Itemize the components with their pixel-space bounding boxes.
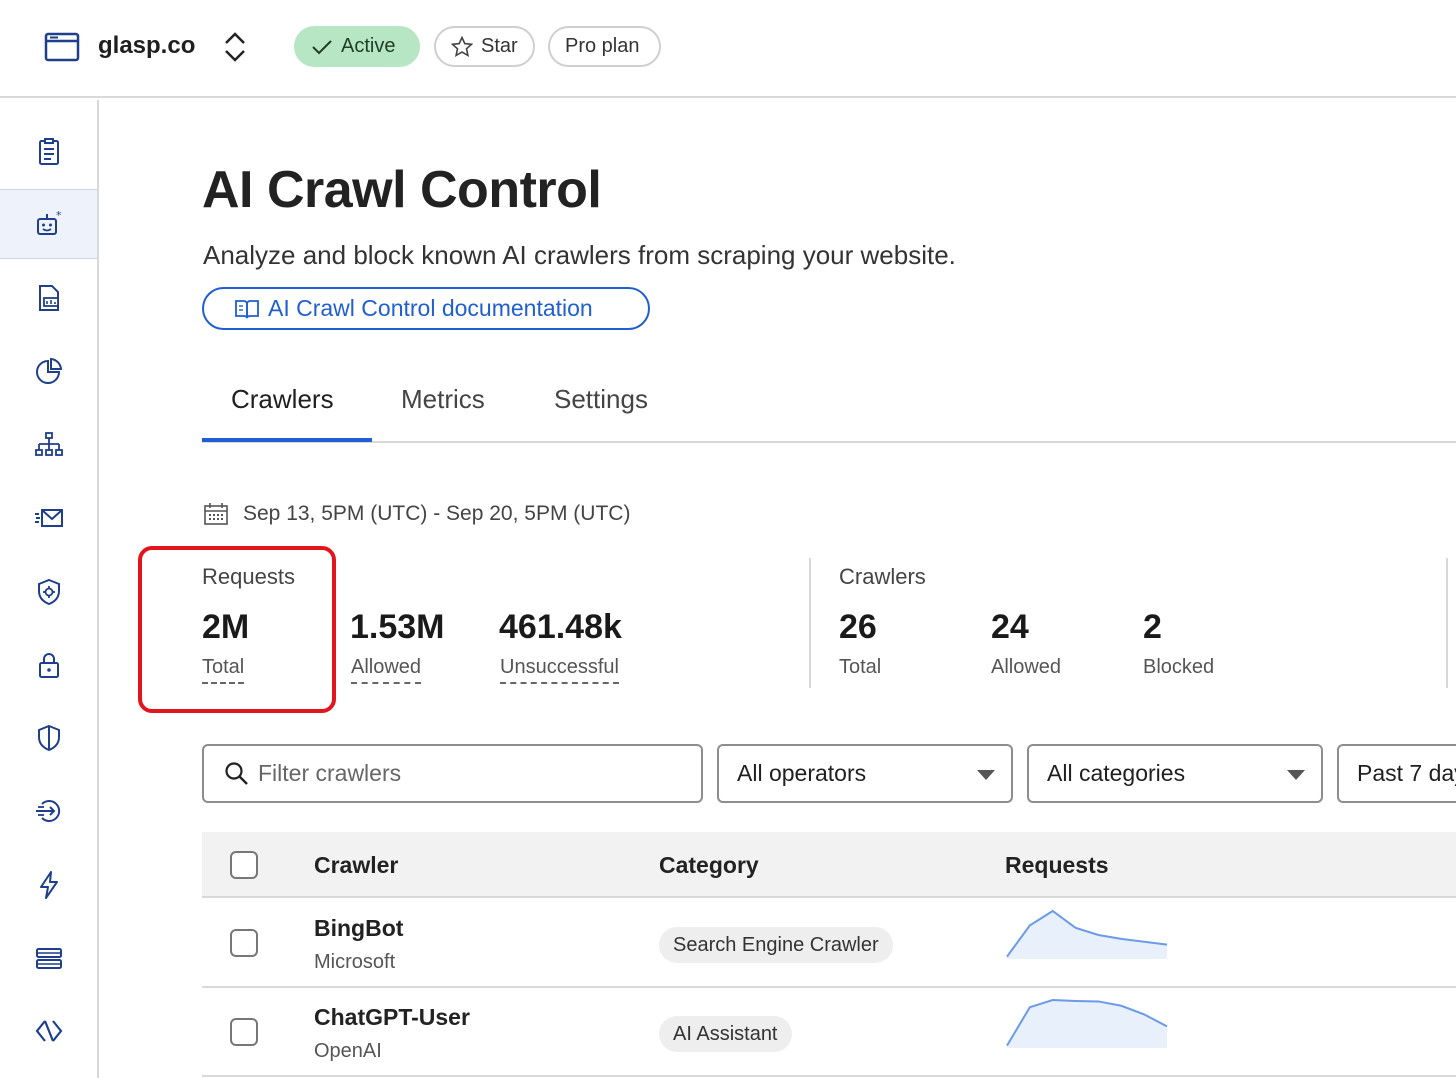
highlight-box [138, 546, 336, 713]
sidebar-item-traffic[interactable] [0, 776, 97, 846]
crawlers-allowed-label: Allowed [991, 656, 1062, 678]
stats-divider-right [1446, 558, 1448, 688]
search-icon [225, 761, 248, 785]
crawlers-total-label: Total [839, 656, 882, 678]
sidebar-item-reports[interactable] [0, 263, 97, 333]
sidebar: * [0, 100, 99, 1078]
time-range-select-value: Past 7 days [1357, 760, 1456, 786]
crawler-name: ChatGPT-User [314, 1004, 470, 1030]
requests-allowed-label[interactable]: Allowed [351, 656, 422, 684]
operators-select[interactable]: All operators [717, 744, 1013, 803]
operators-select-value: All operators [737, 760, 867, 786]
documentation-link-label: AI Crawl Control documentation [268, 295, 593, 321]
column-header-category[interactable]: Category [659, 852, 759, 879]
traffic-icon [35, 800, 60, 822]
table-row[interactable]: ChatGPT-User OpenAI AI Assistant [202, 988, 1456, 1077]
table-header: Crawler Category Requests [202, 832, 1456, 898]
date-range-text: Sep 13, 5PM (UTC) - Sep 20, 5PM (UTC) [243, 502, 631, 525]
tab-bar: Crawlers Metrics Settings [202, 370, 1456, 443]
network-tree-icon [34, 432, 63, 456]
book-icon [235, 299, 259, 318]
crawlers-heading: Crawlers [839, 564, 926, 589]
sidebar-item-security[interactable] [0, 557, 97, 627]
crawlers-blocked-label: Blocked [1143, 656, 1215, 678]
shield-gear-icon [37, 578, 60, 606]
crawler-operator: OpenAI [314, 1040, 382, 1062]
tab-settings[interactable]: Settings [554, 384, 648, 415]
requests-unsuccessful-value: 461.48k [499, 608, 622, 646]
caret-down-icon [977, 770, 995, 780]
sidebar-item-email[interactable] [0, 483, 97, 553]
lightning-icon [39, 871, 58, 899]
server-stack-icon [35, 948, 62, 969]
time-range-select[interactable]: Past 7 days [1337, 744, 1456, 803]
filter-crawlers-input[interactable]: Filter crawlers [202, 744, 703, 803]
star-button[interactable]: Star [434, 26, 535, 67]
sidebar-item-caching[interactable] [0, 923, 97, 993]
svg-text:*: * [56, 209, 62, 222]
sidebar-item-ai-crawl-control[interactable]: * [0, 189, 97, 259]
star-icon [451, 35, 473, 57]
select-all-checkbox[interactable] [230, 851, 258, 879]
status-badge-label: Active [341, 35, 396, 57]
pie-chart-icon [35, 357, 62, 384]
plan-badge-label: Pro plan [565, 35, 640, 57]
sidebar-item-dns[interactable] [0, 410, 97, 480]
check-icon [312, 39, 332, 54]
sidebar-item-ssl[interactable] [0, 630, 97, 700]
crawler-name: BingBot [314, 915, 404, 941]
active-tab-indicator [202, 438, 372, 442]
requests-sparkline [1006, 998, 1168, 1048]
categories-select[interactable]: All categories [1027, 744, 1323, 803]
sidebar-item-waf[interactable] [0, 703, 97, 773]
filter-crawlers-placeholder: Filter crawlers [258, 760, 402, 786]
tab-crawlers[interactable]: Crawlers [231, 384, 334, 415]
column-header-crawler[interactable]: Crawler [314, 852, 398, 879]
sidebar-item-workers[interactable] [0, 996, 97, 1066]
row-checkbox[interactable] [230, 1018, 258, 1046]
site-name[interactable]: glasp.co [98, 32, 195, 60]
category-badge: AI Assistant [659, 1016, 792, 1052]
sidebar-item-analytics[interactable] [0, 336, 97, 406]
column-header-requests[interactable]: Requests [1005, 852, 1109, 879]
page-subtitle: Analyze and block known AI crawlers from… [203, 240, 956, 270]
plan-badge[interactable]: Pro plan [548, 26, 661, 67]
browser-window-icon [44, 32, 80, 62]
row-checkbox[interactable] [230, 929, 258, 957]
calendar-icon [204, 503, 228, 525]
top-bar: glasp.co Active Star Pro plan [0, 0, 1456, 98]
crawlers-allowed-value: 24 [991, 608, 1029, 646]
crawler-operator: Microsoft [314, 951, 396, 973]
requests-allowed-value: 1.53M [350, 608, 445, 646]
email-routing-icon [34, 509, 63, 527]
requests-sparkline [1006, 909, 1168, 959]
page-title: AI Crawl Control [202, 161, 602, 219]
documentation-link[interactable]: AI Crawl Control documentation [202, 287, 650, 330]
tab-metrics[interactable]: Metrics [401, 384, 485, 415]
caret-down-icon [1287, 770, 1305, 780]
date-range: Sep 13, 5PM (UTC) - Sep 20, 5PM (UTC) [203, 502, 630, 526]
document-chart-icon [38, 285, 59, 311]
sparkline-area [1007, 911, 1167, 959]
chevron-up-down-icon[interactable] [222, 30, 248, 64]
shield-icon [37, 724, 60, 752]
document-list-icon [38, 138, 59, 165]
sidebar-item-speed[interactable] [0, 850, 97, 920]
table-row[interactable]: BingBot Microsoft Search Engine Crawler [202, 899, 1456, 988]
requests-unsuccessful-label[interactable]: Unsuccessful [500, 656, 619, 684]
crawlers-total-value: 26 [839, 608, 877, 646]
stats-divider [809, 558, 811, 688]
code-icon [35, 1020, 62, 1042]
status-badge-active: Active [294, 26, 420, 67]
lock-icon [38, 653, 59, 678]
ai-bot-icon: * [36, 209, 62, 235]
sidebar-item-overview[interactable] [0, 117, 97, 187]
categories-select-value: All categories [1047, 760, 1186, 786]
star-button-label: Star [481, 35, 518, 57]
crawlers-blocked-value: 2 [1143, 608, 1162, 646]
category-badge: Search Engine Crawler [659, 927, 893, 963]
